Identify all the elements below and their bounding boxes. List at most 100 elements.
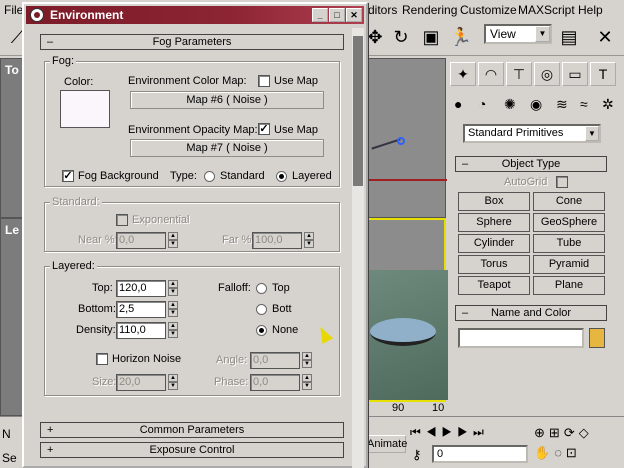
arc-rotate-icon[interactable]: ◌ — [554, 445, 566, 460]
next-frame-icon[interactable]: ▶ — [457, 425, 473, 439]
minimize-icon[interactable]: _ — [312, 8, 328, 22]
near-spinner-arrows[interactable]: ▲ ▼ — [168, 232, 178, 249]
angle-spinner[interactable]: 0,0 ▲ ▼ — [250, 352, 314, 369]
rotate-icon[interactable]: ↻ — [388, 24, 414, 50]
utilities-tab-icon[interactable]: T — [590, 62, 616, 86]
fog-parameters-rollout-header[interactable]: – Fog Parameters — [40, 34, 344, 50]
far-spinner[interactable]: 100,0 ▲ ▼ — [252, 232, 316, 249]
menu-editors[interactable]: ditors — [368, 3, 397, 17]
scale-icon[interactable]: ▣ — [418, 24, 444, 50]
cameras-icon[interactable]: ◉ — [530, 96, 542, 113]
geometry-icon[interactable]: ● — [454, 96, 462, 112]
object-type-button-teapot[interactable]: Teapot — [458, 276, 530, 295]
close-icon[interactable]: ✕ — [346, 8, 362, 22]
create-tab-icon[interactable]: ✦ — [450, 62, 476, 86]
exponential-checkbox[interactable] — [116, 214, 128, 226]
animate-button[interactable]: Animate — [366, 435, 407, 453]
key-mode-icon[interactable]: ⚷ — [412, 447, 422, 463]
object-type-button-sphere[interactable]: Sphere — [458, 213, 530, 232]
type-layered-radio[interactable] — [276, 171, 287, 182]
orbit-icon[interactable]: ⟳ — [564, 425, 579, 440]
object-type-button-cone[interactable]: Cone — [533, 192, 605, 211]
zoom-icon[interactable]: ⊕ — [534, 425, 549, 440]
object-type-button-box[interactable]: Box — [458, 192, 530, 211]
bottom-spinner[interactable]: 2,5 ▲ ▼ — [116, 301, 180, 318]
name-color-rollout-header[interactable]: – Name and Color — [455, 305, 607, 321]
object-type-rollout-header[interactable]: – Object Type — [455, 156, 607, 172]
falloff-top-radio[interactable] — [256, 283, 267, 294]
size-spinner-arrows[interactable]: ▲ ▼ — [168, 374, 178, 391]
modify-tab-icon[interactable]: ◠ — [478, 62, 504, 86]
helpers-icon[interactable]: ≋ — [556, 96, 568, 113]
top-spinner[interactable]: 120,0 ▲ ▼ — [116, 280, 180, 297]
close-x-icon[interactable]: ✕ — [592, 24, 618, 50]
hierarchy-tab-icon[interactable]: ⊤ — [506, 62, 532, 86]
density-spinner[interactable]: 110,0 ▲ ▼ — [116, 322, 180, 339]
shapes-icon[interactable]: ◔ — [478, 96, 486, 112]
phase-spinner[interactable]: 0,0 ▲ ▼ — [250, 374, 314, 391]
phase-spinner-arrows[interactable]: ▲ ▼ — [302, 374, 312, 391]
dialog-titlebar[interactable]: Environment _ □ ✕ — [26, 6, 364, 24]
density-spinner-arrows[interactable]: ▲ ▼ — [168, 322, 178, 339]
angle-spinner-arrows[interactable]: ▲ ▼ — [302, 352, 312, 369]
viewport-top-label[interactable]: To — [5, 63, 19, 77]
exposure-control-rollout-header[interactable]: + Exposure Control — [40, 442, 344, 458]
object-name-field[interactable] — [458, 328, 584, 348]
density-value[interactable]: 110,0 — [116, 322, 166, 339]
current-frame-field[interactable]: 0 — [432, 445, 528, 463]
play-icon[interactable]: ▶ — [442, 425, 458, 439]
viewport-front[interactable] — [366, 58, 447, 218]
object-color-swatch[interactable] — [589, 328, 605, 348]
goto-end-icon[interactable]: ⏭ — [473, 425, 489, 439]
horizon-noise-checkbox[interactable] — [96, 353, 108, 365]
bottom-spinner-arrows[interactable]: ▲ ▼ — [168, 301, 178, 318]
zoom-all-icon[interactable]: ⊞ — [549, 425, 564, 440]
menu-rendering[interactable]: Rendering — [402, 3, 457, 17]
viewport-left[interactable]: Le — [0, 218, 24, 416]
menu-file[interactable]: File — [4, 3, 23, 17]
prev-frame-icon[interactable]: ◀ — [426, 425, 442, 439]
walkthrough-icon[interactable]: 🏃 — [448, 24, 474, 50]
far-value[interactable]: 100,0 — [252, 232, 302, 249]
viewport-top[interactable]: To — [0, 58, 24, 218]
env-color-map-button[interactable]: Map #6 ( Noise ) — [130, 91, 324, 109]
object-type-button-pyramid[interactable]: Pyramid — [533, 255, 605, 274]
use-map-color-checkbox[interactable] — [258, 75, 270, 87]
spacewarps-icon[interactable]: ≈ — [580, 96, 588, 112]
top-value[interactable]: 120,0 — [116, 280, 166, 297]
goto-start-icon[interactable]: ⏮ — [410, 425, 426, 439]
far-spinner-arrows[interactable]: ▲ ▼ — [304, 232, 314, 249]
use-map-opacity-checkbox[interactable]: ✓ — [258, 123, 270, 135]
object-type-button-tube[interactable]: Tube — [533, 234, 605, 253]
motion-tab-icon[interactable]: ◎ — [534, 62, 560, 86]
phase-value[interactable]: 0,0 — [250, 374, 300, 391]
menu-help[interactable]: Help — [578, 3, 603, 17]
near-value[interactable]: 0,0 — [116, 232, 166, 249]
menu-customize[interactable]: Customize — [460, 3, 517, 17]
falloff-none-radio[interactable] — [256, 325, 267, 336]
type-standard-radio[interactable] — [204, 171, 215, 182]
env-opacity-map-button[interactable]: Map #7 ( Noise ) — [130, 139, 324, 157]
menu-maxscript[interactable]: MAXScript — [518, 3, 575, 17]
near-spinner[interactable]: 0,0 ▲ ▼ — [116, 232, 180, 249]
autogrid-checkbox[interactable] — [556, 176, 568, 188]
systems-icon[interactable]: ✲ — [602, 96, 614, 113]
scrollbar-thumb[interactable] — [353, 36, 363, 186]
maximize-icon[interactable]: □ — [329, 8, 345, 22]
field-of-view-icon[interactable]: ◇ — [579, 425, 593, 440]
object-type-button-torus[interactable]: Torus — [458, 255, 530, 274]
viewport-left-label[interactable]: Le — [5, 223, 19, 237]
bottom-value[interactable]: 2,5 — [116, 301, 166, 318]
top-spinner-arrows[interactable]: ▲ ▼ — [168, 280, 178, 297]
size-spinner[interactable]: 20,0 ▲ ▼ — [116, 374, 180, 391]
object-type-button-plane[interactable]: Plane — [533, 276, 605, 295]
size-value[interactable]: 20,0 — [116, 374, 166, 391]
fog-background-checkbox[interactable]: ✓ — [62, 170, 74, 182]
maximize-icon[interactable]: ⊡ — [566, 445, 581, 460]
object-type-button-cylinder[interactable]: Cylinder — [458, 234, 530, 253]
dialog-scrollbar[interactable] — [352, 28, 364, 468]
object-type-button-geosphere[interactable]: GeoSphere — [533, 213, 605, 232]
named-selection-icon[interactable]: ▤ — [556, 24, 582, 50]
angle-value[interactable]: 0,0 — [250, 352, 300, 369]
object-category-dropdown[interactable]: Standard Primitives ▼ — [463, 124, 601, 143]
